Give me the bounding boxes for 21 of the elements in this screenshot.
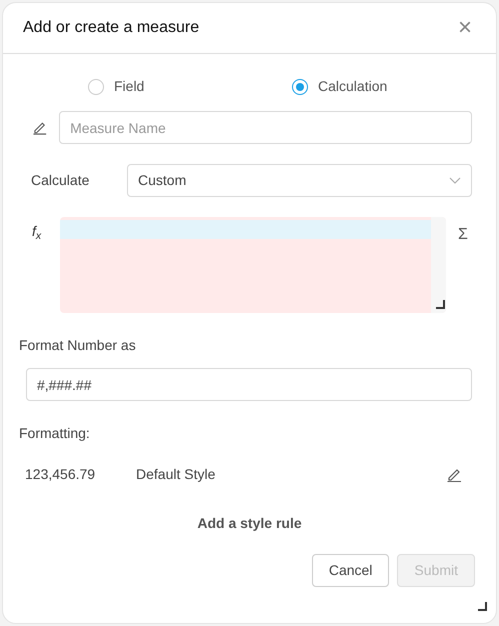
function-icon: f$_{x}$ xyxy=(32,217,60,242)
sum-icon[interactable]: Σ xyxy=(452,217,472,247)
pencil-icon xyxy=(33,120,48,135)
chevron-down-icon xyxy=(449,176,461,184)
calculate-label: Calculate xyxy=(31,171,90,190)
format-number-label: Format Number as xyxy=(18,336,137,355)
radio-option[interactable]: Calculation xyxy=(292,76,496,97)
dialog-button[interactable]: Cancel xyxy=(312,554,390,587)
measure-name-field[interactable]: Measure Name xyxy=(59,111,472,144)
style-name: Default Style xyxy=(136,465,216,484)
pencil-icon[interactable] xyxy=(447,467,462,482)
format-number-field[interactable]: #,###.## xyxy=(26,368,472,401)
sample-value: 123,456.79 xyxy=(25,465,96,484)
resize-handle-icon xyxy=(436,300,445,309)
resize-handle-icon xyxy=(478,602,487,611)
close-button[interactable]: × xyxy=(454,16,476,40)
add-style-rule-link[interactable]: Add a style rule xyxy=(197,515,302,531)
dialog-title: Add or create a measure xyxy=(23,18,200,38)
calculate-select[interactable]: Custom xyxy=(127,164,472,197)
radio-option[interactable]: Field xyxy=(88,76,292,97)
formatting-label: Formatting: xyxy=(18,424,91,443)
